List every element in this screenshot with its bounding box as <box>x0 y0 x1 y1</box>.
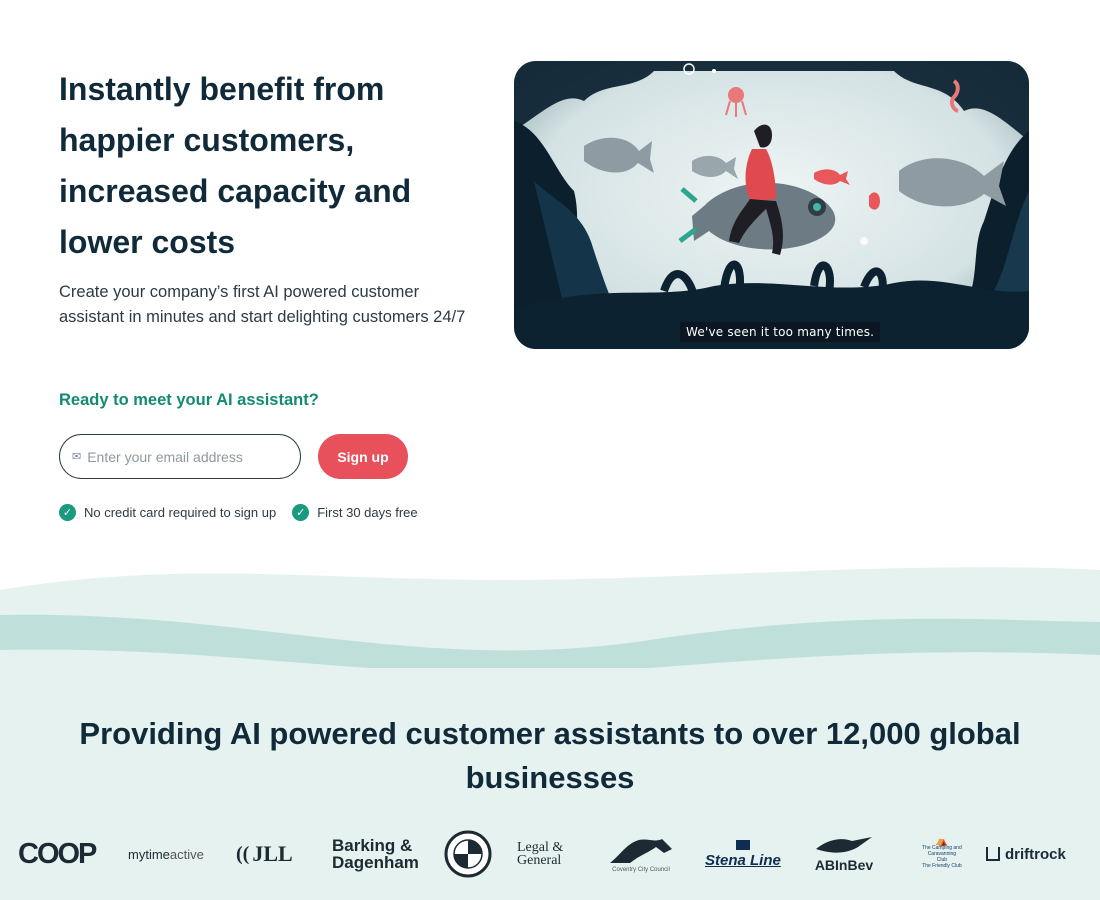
barking-line-1: Barking & <box>332 836 413 855</box>
client-logo-row: COOP mytime active (( JLL Barking & Dagen… <box>0 826 1100 882</box>
legal-line-2: General <box>517 853 562 868</box>
active-text: active <box>169 846 204 862</box>
barking-dagenham-logo: Barking & Dagenham <box>332 826 419 882</box>
check-item: ✓ No credit card required to sign up <box>59 504 276 521</box>
coventry-text: Coventry City Council <box>612 867 670 873</box>
hero-video[interactable] <box>514 61 1029 349</box>
video-illustration <box>514 61 1029 349</box>
camping-club-logo: ⛺ The Camping and Caravanning Club The F… <box>922 826 962 882</box>
logos-title: Providing AI powered customer assistants… <box>79 716 1021 795</box>
bmw-roundel-icon <box>444 830 492 878</box>
check-label: First 30 days free <box>317 505 418 520</box>
video-caption: We've seen it too many times. <box>680 322 881 342</box>
camping-line-4: The Friendly Club <box>922 863 962 869</box>
checkmark-icon: ✓ <box>59 504 76 521</box>
bmw-logo <box>444 826 492 882</box>
signup-button[interactable]: Sign up <box>318 434 408 479</box>
email-input[interactable] <box>87 448 288 465</box>
mytime-text: mytime <box>128 846 170 862</box>
driftrock-text: driftrock <box>1005 845 1066 863</box>
driftrock-logo: driftrock <box>986 826 1066 882</box>
cta-heading: Ready to meet your AI assistant? <box>59 391 319 409</box>
coop-logo: COOP <box>18 837 97 870</box>
wave-divider <box>0 567 1100 680</box>
abinbev-logo: ABInBev <box>814 826 874 882</box>
jll-text: JLL <box>252 841 293 866</box>
stena-text: Stena Line <box>705 851 781 869</box>
check-item: ✓ First 30 days free <box>292 504 418 521</box>
mail-icon: ✉ <box>72 451 82 463</box>
stena-line-logo: Stena Line <box>705 826 781 882</box>
bar-chart-icon <box>986 847 1000 861</box>
check-label: No credit card required to sign up <box>84 505 277 520</box>
coventry-logo: Coventry City Council <box>606 826 676 882</box>
hero-title: Instantly benefit from happier customers… <box>59 71 412 260</box>
coventry-mark-icon <box>610 839 672 863</box>
checkmark-icon: ✓ <box>292 504 310 521</box>
legal-general-logo: Legal & General <box>517 826 563 882</box>
eagle-icon <box>816 837 872 853</box>
jll-logo: (( JLL <box>236 826 293 882</box>
mytimeactive-logo: mytime active <box>128 826 204 882</box>
jll-mark-icon: (( <box>236 842 250 865</box>
hero-subtitle: Create your company’s first AI powered c… <box>59 283 466 326</box>
stena-flag-icon <box>735 839 750 850</box>
email-field[interactable]: ✉ <box>59 434 301 479</box>
abinbev-text: ABInBev <box>814 857 874 873</box>
barking-line-2: Dagenham <box>332 853 419 872</box>
benefit-checks: ✓ No credit card required to sign up ✓ F… <box>59 504 434 521</box>
